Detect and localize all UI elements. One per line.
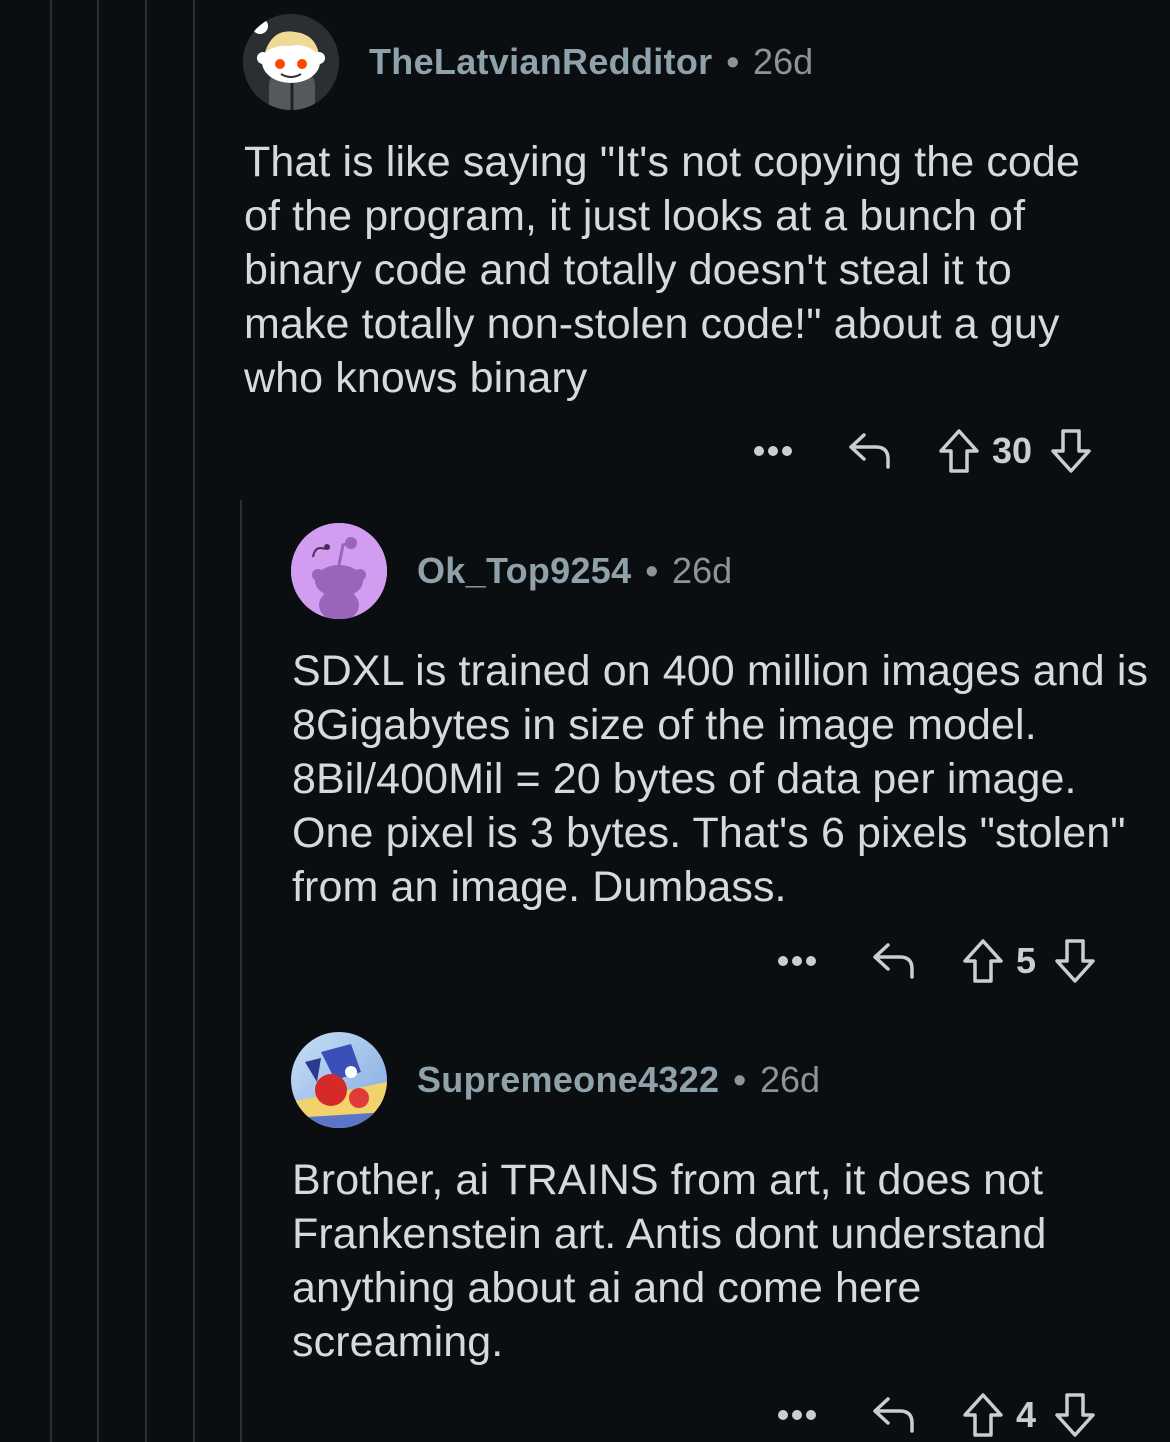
thread-line-3[interactable] <box>145 0 147 1442</box>
comment-actions: 30 <box>750 424 1098 478</box>
snoo-avatar-icon[interactable] <box>243 14 339 110</box>
meta-separator: • <box>645 550 659 591</box>
meta-separator: • <box>726 41 740 82</box>
upvote-arrow-icon[interactable] <box>932 424 986 478</box>
comment-age: 26d <box>759 1059 821 1100</box>
username[interactable]: TheLatvianRedditor <box>369 41 712 83</box>
downvote-arrow-icon[interactable] <box>1048 934 1102 988</box>
vote-score: 5 <box>1016 940 1037 981</box>
thread-line-4[interactable] <box>193 0 195 1442</box>
comment-header: TheLatvianRedditor • 26d <box>243 14 813 110</box>
username[interactable]: Ok_Top9254 <box>417 550 631 592</box>
comment-body: Brother, ai TRAINS from art, it does not… <box>292 1156 1047 1366</box>
custom-image-avatar-icon[interactable] <box>291 1032 387 1128</box>
comment-body: That is like saying "It's not copying th… <box>244 138 1080 402</box>
comment-header: Supremeone4322 • 26d <box>291 1032 820 1128</box>
more-options-icon[interactable] <box>774 938 820 984</box>
upvote-arrow-icon[interactable] <box>956 1388 1010 1442</box>
reply-icon[interactable] <box>866 1388 920 1442</box>
comment-age: 26d <box>753 41 814 82</box>
downvote-arrow-icon[interactable] <box>1044 424 1098 478</box>
more-options-icon[interactable] <box>774 1392 820 1438</box>
username[interactable]: Supremeone4322 <box>417 1059 719 1101</box>
comment-body: SDXL is trained on 400 million images an… <box>292 647 1149 911</box>
purple-snoo-avatar-icon[interactable] <box>291 523 387 619</box>
thread-line-1[interactable] <box>50 0 52 1442</box>
upvote-arrow-icon[interactable] <box>956 934 1010 988</box>
meta-separator: • <box>733 1059 746 1100</box>
reply-icon[interactable] <box>842 424 896 478</box>
downvote-arrow-icon[interactable] <box>1048 1388 1102 1442</box>
comment-age: 26d <box>672 550 733 591</box>
thread-line-2[interactable] <box>97 0 99 1442</box>
vote-score: 30 <box>992 430 1033 471</box>
comment-actions: 4 <box>774 1388 1102 1442</box>
vote-score: 4 <box>1016 1394 1037 1435</box>
thread-line-5[interactable] <box>240 500 242 1442</box>
more-options-icon[interactable] <box>750 428 796 474</box>
comment-actions: 5 <box>774 934 1102 988</box>
reply-icon[interactable] <box>866 934 920 988</box>
comment-header: Ok_Top9254 • 26d <box>291 523 732 619</box>
